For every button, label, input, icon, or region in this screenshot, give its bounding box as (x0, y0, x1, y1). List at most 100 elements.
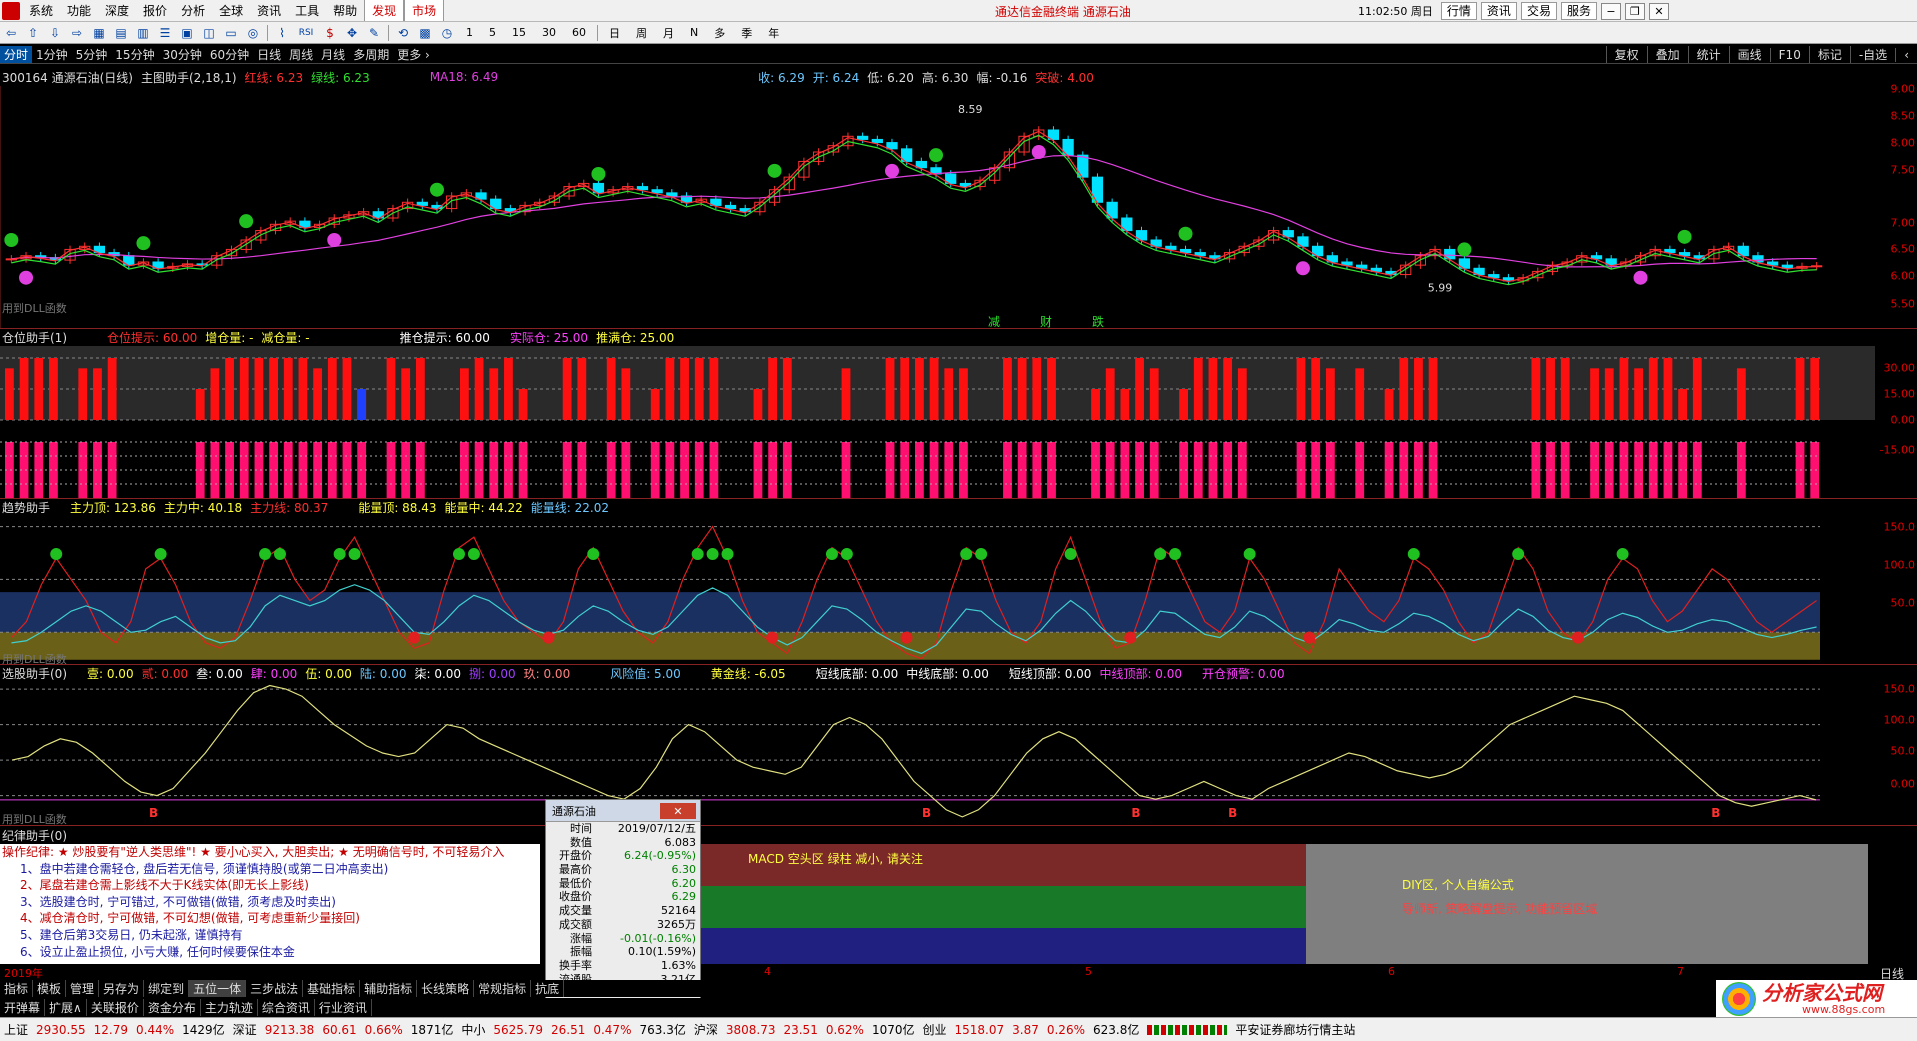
position-indicator-name[interactable]: 仓位助手(1) (2, 329, 67, 346)
indicator-tab[interactable]: 三步战法 (246, 980, 304, 997)
cal-n[interactable]: N (682, 26, 706, 39)
index-cy-label[interactable]: 创业 (919, 1021, 951, 1038)
cal-year[interactable]: 年 (760, 25, 787, 41)
move-icon[interactable]: ✥ (342, 24, 362, 42)
tab-monthly[interactable]: 月线 (317, 46, 349, 63)
rsi-icon[interactable]: RSI (294, 24, 318, 42)
menu-global[interactable]: 全球 (212, 0, 250, 21)
menu-function[interactable]: 功能 (60, 0, 98, 21)
down-icon[interactable]: ⇩ (45, 24, 65, 42)
tab-daily[interactable]: 日线 (253, 46, 285, 63)
menu-found[interactable]: 发现 (364, 0, 405, 21)
menu-tools[interactable]: 工具 (288, 0, 326, 21)
bottom-tab[interactable]: 扩展∧ (45, 998, 87, 1016)
forward-icon[interactable]: ⇨ (67, 24, 87, 42)
index-sz-label[interactable]: 深证 (229, 1021, 261, 1038)
tab-more[interactable]: 更多 › (393, 46, 434, 63)
menu-help[interactable]: 帮助 (326, 0, 364, 21)
minimize-icon[interactable]: − (1600, 2, 1621, 20)
table-icon[interactable]: ▤ (111, 24, 131, 42)
layout-icon[interactable]: ▣ (177, 24, 197, 42)
menu-depth[interactable]: 深度 (98, 0, 136, 21)
index-hs-label[interactable]: 沪深 (690, 1021, 722, 1038)
chart-icon[interactable]: ▥ (133, 24, 153, 42)
period-15[interactable]: 15 (504, 26, 534, 39)
bottom-tab[interactable]: 综合资讯 (258, 998, 315, 1016)
trend-indicator-name[interactable]: 趋势助手 (2, 499, 50, 516)
btn-stats[interactable]: 统计 (1687, 46, 1729, 63)
indicator-tab[interactable]: 长线策略 (417, 980, 475, 997)
tab-intraday[interactable]: 分时 (0, 45, 33, 63)
close-icon[interactable]: ✕ (1648, 2, 1669, 20)
clock-icon[interactable]: ◷ (437, 24, 457, 42)
bottom-tab[interactable]: 资金分布 (144, 998, 201, 1016)
menu-analysis[interactable]: 分析 (174, 0, 212, 21)
tab-60min[interactable]: 60分钟 (206, 46, 253, 63)
menu-market[interactable]: 市场 (404, 0, 445, 21)
refresh-icon[interactable]: ⟲ (393, 24, 413, 42)
period-5[interactable]: 5 (481, 26, 504, 39)
target-icon[interactable]: ◎ (243, 24, 263, 42)
btn-service[interactable]: 服务 (1560, 2, 1597, 20)
window-icon[interactable]: ◫ (199, 24, 219, 42)
grid-icon[interactable]: ▦ (89, 24, 109, 42)
btn-news[interactable]: 资讯 (1480, 2, 1517, 20)
btn-collapse[interactable]: ‹ (1895, 47, 1917, 62)
trend-line-chart[interactable] (0, 516, 1875, 664)
restore-icon[interactable]: ❐ (1624, 2, 1645, 20)
select-line-chart[interactable]: BBBBBB (0, 682, 1875, 824)
dollar-icon[interactable]: $ (320, 24, 340, 42)
line-chart-icon[interactable]: ⌇ (272, 24, 292, 42)
cal-multi[interactable]: 多 (706, 25, 733, 41)
indicator-tab[interactable]: 基础指标 (303, 980, 361, 997)
back-icon[interactable]: ⇦ (1, 24, 21, 42)
bottom-tab[interactable]: 主力轨迹 (201, 998, 258, 1016)
tab-30min[interactable]: 30分钟 (159, 46, 206, 63)
sheet-icon[interactable]: ▩ (415, 24, 435, 42)
cal-day[interactable]: 日 (601, 25, 628, 41)
menu-system[interactable]: 系统 (22, 0, 60, 21)
indicator-tab[interactable]: 管理 (66, 980, 100, 997)
cal-month[interactable]: 月 (655, 25, 682, 41)
indicator-tab[interactable]: 模板 (33, 980, 67, 997)
period-60[interactable]: 60 (564, 26, 594, 39)
btn-trade[interactable]: 交易 (1520, 2, 1557, 20)
discipline-indicator-name[interactable]: 纪律助手(0) (2, 827, 67, 844)
select-indicator-name[interactable]: 选股助手(0) (2, 665, 67, 682)
bottom-tab[interactable]: 开弹幕 (0, 998, 46, 1016)
btn-quote[interactable]: 行情 (1440, 2, 1477, 20)
btn-f10[interactable]: F10 (1769, 47, 1809, 62)
menu-news[interactable]: 资讯 (250, 0, 288, 21)
tab-weekly[interactable]: 周线 (285, 46, 317, 63)
btn-adjust[interactable]: 复权 (1605, 46, 1647, 63)
main-candle-chart[interactable]: 8.59 5.99 (0, 86, 1875, 328)
bottom-tab[interactable]: 关联报价 (87, 998, 144, 1016)
bottom-tab[interactable]: 行业资讯 (315, 998, 372, 1016)
indicator-tab[interactable]: 辅助指标 (360, 980, 418, 997)
tab-multi[interactable]: 多周期 (349, 46, 393, 63)
monitor-icon[interactable]: ▭ (221, 24, 241, 42)
btn-watch[interactable]: -自选 (1849, 46, 1895, 63)
pencil-icon[interactable]: ✎ (364, 24, 384, 42)
indicator-tab[interactable]: 指标 (0, 980, 34, 997)
period-30[interactable]: 30 (534, 26, 564, 39)
tab-15min[interactable]: 15分钟 (111, 46, 158, 63)
menu-quote[interactable]: 报价 (136, 0, 174, 21)
btn-mark[interactable]: 标记 (1808, 46, 1850, 63)
tab-5min[interactable]: 5分钟 (72, 46, 112, 63)
cal-quarter[interactable]: 季 (733, 25, 760, 41)
tab-1min[interactable]: 1分钟 (32, 46, 72, 63)
close-icon[interactable]: ✕ (660, 803, 696, 819)
index-zx-label[interactable]: 中小 (457, 1021, 489, 1038)
list-icon[interactable]: ☰ (155, 24, 175, 42)
broker-name[interactable]: 平安证券廊坊行情主站 (1231, 1021, 1359, 1038)
btn-overlay[interactable]: 叠加 (1646, 46, 1688, 63)
position-bar-chart[interactable] (0, 346, 1875, 498)
up-icon[interactable]: ⇧ (23, 24, 43, 42)
indicator-tab[interactable]: 另存为 (99, 980, 145, 997)
indicator-tab[interactable]: 绑定到 (144, 980, 190, 997)
indicator-name[interactable]: 主图助手(2,18,1) (141, 69, 237, 86)
indicator-tab[interactable]: 五位一体 (189, 980, 247, 997)
btn-draw[interactable]: 画线 (1728, 46, 1770, 63)
index-sh-label[interactable]: 上证 (0, 1021, 32, 1038)
